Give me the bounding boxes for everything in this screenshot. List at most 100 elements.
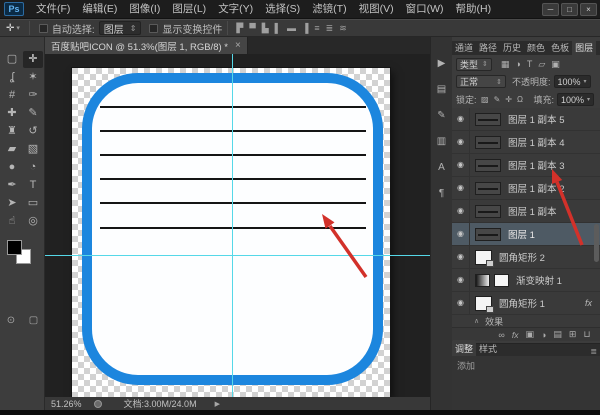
link-layers-icon[interactable]: ∞: [495, 330, 508, 340]
panel-tab-通道[interactable]: 通道: [452, 39, 476, 55]
layer-thumbnail-gradient[interactable]: [475, 274, 490, 287]
filter-shape-layers-icon[interactable]: ▱: [535, 59, 548, 70]
align-left-edges-icon[interactable]: ▌: [272, 23, 284, 33]
eraser-tool[interactable]: ▰: [2, 141, 22, 158]
distribute-top-icon[interactable]: ≡: [311, 23, 322, 33]
layer-thumbnail-line[interactable]: [475, 113, 501, 126]
gradient-tool[interactable]: ▧: [23, 141, 43, 158]
dodge-tool[interactable]: ◔: [23, 159, 43, 176]
adjust-tab-样式[interactable]: 样式: [476, 340, 500, 356]
align-vertical-centers-icon[interactable]: ▀: [246, 23, 258, 33]
lasso-tool[interactable]: ʆ: [2, 69, 22, 86]
tool-preset-caret-icon[interactable]: ▾: [16, 24, 20, 32]
fill-field[interactable]: 100% ▾: [557, 93, 594, 106]
close-button[interactable]: ×: [580, 3, 597, 16]
layers-scrollbar-thumb[interactable]: [594, 224, 599, 262]
adjust-tab-调整[interactable]: 调整: [452, 340, 476, 356]
menu-item-帮助[interactable]: 帮助(H): [450, 0, 498, 19]
layer-row[interactable]: ◉圆角矩形 2: [452, 246, 600, 269]
layer-fx-icon[interactable]: fx: [585, 298, 592, 308]
layer-thumbnail-shape[interactable]: [475, 296, 492, 311]
menu-item-滤镜[interactable]: 滤镜(T): [306, 0, 352, 19]
history-brush-tool[interactable]: ↺: [23, 123, 43, 140]
eyedropper-tool[interactable]: ✑: [23, 87, 43, 104]
layer-row[interactable]: ◉图层 1 副本: [452, 200, 600, 223]
eye-icon[interactable]: ◉: [452, 154, 470, 176]
panel-tab-路径[interactable]: 路径: [476, 39, 500, 55]
adjust-panel-menu-icon[interactable]: ≣: [587, 347, 600, 356]
eye-icon[interactable]: ◉: [452, 269, 470, 291]
align-bottom-edges-icon[interactable]: ▙: [259, 23, 272, 34]
character-panel-icon[interactable]: A: [438, 157, 445, 183]
blend-mode-dropdown[interactable]: 正常 ⇕: [456, 75, 506, 88]
menu-item-编辑[interactable]: 编辑(E): [76, 0, 123, 19]
align-right-edges-icon[interactable]: ▐: [299, 23, 311, 33]
clone-stamp-tool[interactable]: ♜: [2, 123, 22, 140]
clone-source-panel-icon[interactable]: ▥: [437, 131, 446, 157]
layer-thumbnail-line[interactable]: [475, 182, 501, 195]
new-adjustment-layer-icon[interactable]: ◑: [537, 330, 549, 340]
filter-type-layers-icon[interactable]: T: [524, 59, 536, 70]
eye-icon[interactable]: ◉: [452, 177, 470, 199]
quick-mask-icon[interactable]: ⊙: [7, 315, 15, 326]
layer-thumbnail-line[interactable]: [475, 228, 501, 241]
brush-tool[interactable]: ✎: [23, 105, 43, 122]
eye-icon[interactable]: ◉: [452, 131, 470, 153]
panel-tab-颜色[interactable]: 颜色: [524, 39, 548, 55]
move-tool[interactable]: ✛: [23, 51, 43, 68]
align-top-edges-icon[interactable]: ▛: [233, 23, 246, 34]
eye-icon[interactable]: ◉: [452, 292, 470, 314]
brush-panel-icon[interactable]: ✎: [437, 105, 445, 131]
lock-position-icon[interactable]: ✛: [503, 95, 515, 104]
layer-row[interactable]: ◉圆角矩形 1fx: [452, 292, 600, 315]
zoom-tool[interactable]: ◎: [23, 213, 43, 230]
eye-icon[interactable]: ◉: [452, 246, 470, 268]
lock-transparent-pixels-icon[interactable]: ▨: [479, 95, 492, 104]
menu-item-图层[interactable]: 图层(L): [166, 0, 212, 19]
type-tool[interactable]: T: [23, 177, 43, 194]
menu-item-视图[interactable]: 视图(V): [353, 0, 400, 19]
panel-tab-色板[interactable]: 色板: [548, 39, 572, 55]
auto-select-dropdown[interactable]: 图层 ⇕: [99, 21, 142, 35]
effects-collapse-icon[interactable]: ∧: [474, 317, 479, 325]
lock-all-icon[interactable]: Ω: [514, 95, 525, 104]
filter-pixel-layers-icon[interactable]: ▦: [498, 59, 513, 70]
crop-tool[interactable]: #: [2, 87, 22, 104]
shape-tool[interactable]: ▭: [23, 195, 43, 212]
layer-row[interactable]: ◉图层 1 副本 5: [452, 108, 600, 131]
rectangular-marquee-tool[interactable]: ▢: [2, 51, 22, 68]
zoom-level-field[interactable]: 51.26%: [51, 399, 82, 409]
menu-item-文件[interactable]: 文件(F): [30, 0, 76, 19]
filter-adjustment-layers-icon[interactable]: ◑: [512, 59, 523, 70]
layer-row[interactable]: ◉渐变映射 1: [452, 269, 600, 292]
auto-select-checkbox[interactable]: [39, 24, 48, 33]
filter-smart-objects-icon[interactable]: ▣: [548, 59, 563, 70]
show-transform-checkbox[interactable]: [149, 24, 158, 33]
blur-tool[interactable]: ●: [2, 159, 22, 176]
layer-thumbnail-line[interactable]: [475, 205, 501, 218]
layer-row[interactable]: ◉图层 1 副本 2: [452, 177, 600, 200]
distribute-vertical-icon[interactable]: ≣: [323, 23, 337, 34]
panel-tab-图层[interactable]: 图层: [572, 39, 596, 55]
document-tab[interactable]: 百度贴吧ICON @ 51.3%(图层 1, RGB/8) * ×: [45, 37, 248, 54]
opacity-field[interactable]: 100% ▾: [554, 75, 591, 88]
distribute-bottom-icon[interactable]: ≋: [336, 23, 350, 34]
status-options-arrow-icon[interactable]: ▶: [215, 400, 220, 408]
healing-brush-tool[interactable]: ✚: [2, 105, 22, 122]
layer-row[interactable]: ◉图层 1 副本 3: [452, 154, 600, 177]
new-group-icon[interactable]: ▤: [550, 329, 566, 340]
layer-thumbnail-line[interactable]: [475, 136, 501, 149]
layer-style-icon[interactable]: fx: [508, 330, 522, 340]
path-selection-tool[interactable]: ➤: [2, 195, 22, 212]
eye-icon[interactable]: ◉: [452, 223, 470, 245]
pen-tool[interactable]: ✒: [2, 177, 22, 194]
expand-panels-icon[interactable]: ▶: [438, 53, 446, 79]
eye-icon[interactable]: ◉: [452, 108, 470, 130]
layer-row[interactable]: ◉图层 1 副本 4: [452, 131, 600, 154]
effects-row[interactable]: ∧效果: [452, 315, 600, 327]
minimize-button[interactable]: ─: [542, 3, 559, 16]
close-document-icon[interactable]: ×: [235, 40, 241, 51]
document-canvas[interactable]: [72, 68, 390, 397]
screen-mode-icon[interactable]: ▢: [29, 315, 38, 326]
menu-item-图像[interactable]: 图像(I): [123, 0, 166, 19]
